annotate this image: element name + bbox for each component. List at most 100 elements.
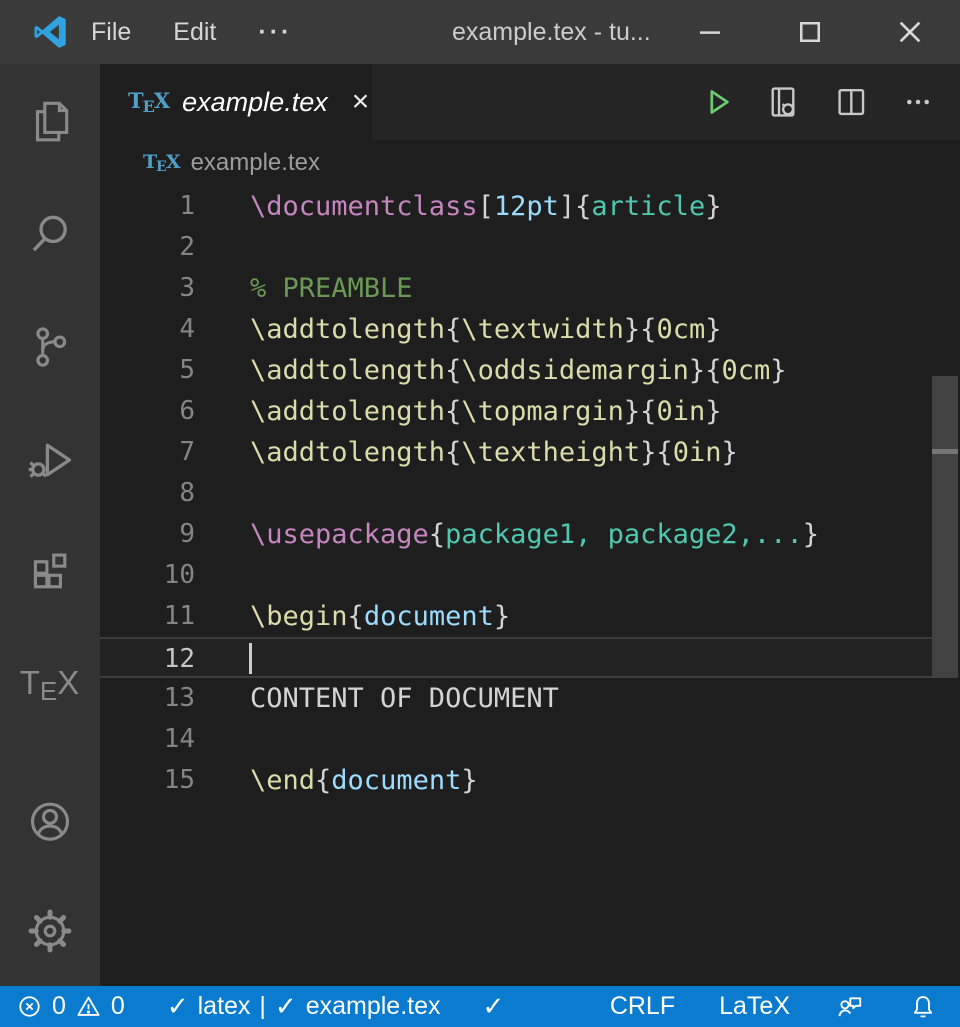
maximize-icon [795, 17, 825, 47]
token-punct: } [705, 314, 721, 345]
code-line-2[interactable]: 2 [100, 227, 960, 268]
breadcrumb-item-file[interactable]: example.tex [191, 149, 320, 177]
line-number: 9 [100, 514, 195, 555]
code-line-7[interactable]: 7\addtolength{\textheight}{0in} [100, 432, 960, 473]
code-line-13[interactable]: 13 CONTENT OF DOCUMENT [100, 678, 960, 719]
activity-settings[interactable] [0, 876, 100, 986]
notifications-button[interactable] [908, 992, 938, 1022]
eol-indicator[interactable]: CRLF [610, 992, 675, 1021]
run-and-debug-icon [24, 434, 76, 486]
build-status[interactable]: ✓ [483, 991, 505, 1022]
code-text: \usepackage{package1, package2,...} [250, 514, 819, 555]
token-punct: { [315, 765, 331, 796]
minimize-icon [695, 17, 725, 47]
latex-workshop-tex-icon: TEX [20, 664, 81, 707]
token-cmd: 0cm [656, 314, 705, 345]
activity-bar: TEX [0, 64, 100, 986]
code-line-1[interactable]: 1\documentclass[12pt]{article} [100, 186, 960, 227]
breadcrumb[interactable]: TEX example.tex [100, 140, 960, 186]
line-number: 13 [100, 678, 195, 719]
code-text: \addtolength{\topmargin}{0in} [250, 391, 721, 432]
close-button[interactable] [860, 0, 960, 64]
more-actions-button[interactable] [900, 84, 936, 120]
token-punct: { [445, 437, 461, 468]
activity-run-debug[interactable] [0, 403, 100, 516]
activity-search[interactable] [0, 177, 100, 290]
token-punct: } [640, 437, 656, 468]
code-line-14[interactable]: 14 [100, 719, 960, 760]
token-cmd: \addtolength [250, 437, 445, 468]
token-punct: } [705, 396, 721, 427]
code-text: % PREAMBLE [250, 268, 413, 309]
token-cmd: \topmargin [461, 396, 624, 427]
line-number: 12 [100, 639, 195, 676]
token-param: document [331, 765, 461, 796]
language-mode[interactable]: LaTeX [719, 992, 790, 1021]
activity-accounts[interactable] [0, 766, 100, 876]
code-line-12[interactable]: 12 [100, 637, 932, 678]
code-line-9[interactable]: 9 \usepackage{package1, package2,...} [100, 514, 960, 555]
split-editor-button[interactable] [832, 83, 870, 121]
token-cmd: \oddsidemargin [461, 355, 689, 386]
token-cmd: \addtolength [250, 314, 445, 345]
split-editor-icon [832, 83, 870, 121]
menu-edit[interactable]: Edit [152, 18, 237, 47]
token-keyword: \documentclass [250, 191, 478, 222]
window-title: example.tex - tu... [452, 0, 651, 64]
token-punct: [ [478, 191, 494, 222]
token-class: package1, package2,... [445, 519, 803, 550]
search-icon [25, 209, 75, 259]
activity-latex-workshop[interactable]: TEX [0, 629, 100, 742]
menu-file[interactable]: File [70, 18, 152, 47]
token-text: CONTENT OF DOCUMENT [250, 683, 559, 714]
activity-extensions[interactable] [0, 516, 100, 629]
lint-name: latex [198, 992, 251, 1021]
code-editor[interactable]: 1\documentclass[12pt]{article}23% PREAMB… [100, 186, 960, 986]
feedback-button[interactable] [834, 992, 864, 1022]
error-count: 0 [52, 992, 66, 1021]
code-line-10[interactable]: 10 [100, 555, 960, 596]
window-controls [660, 0, 960, 64]
token-cmd: \end [250, 765, 315, 796]
menu-more[interactable]: ··· [237, 18, 313, 47]
code-line-6[interactable]: 6\addtolength{\topmargin}{0in} [100, 391, 960, 432]
account-icon [25, 796, 75, 846]
activity-source-control[interactable] [0, 290, 100, 403]
source-control-icon [25, 322, 75, 372]
token-punct: { [640, 396, 656, 427]
code-text: \documentclass[12pt]{article} [250, 186, 721, 227]
settings-gear-icon [25, 906, 75, 956]
tab-label: example.tex [182, 87, 328, 118]
token-punct: } [494, 601, 510, 632]
minimize-button[interactable] [660, 0, 760, 64]
status-bar: 0 0 ✓ latex | ✓ example.tex ✓ CRLF LaTeX [0, 986, 960, 1027]
close-icon [894, 16, 926, 48]
token-punct: { [445, 396, 461, 427]
latex-lint-status[interactable]: ✓ latex | ✓ example.tex [167, 991, 441, 1022]
tab-example-tex[interactable]: TEX example.tex × [100, 64, 372, 140]
code-text: \addtolength{\oddsidemargin}{0cm} [250, 350, 787, 391]
code-line-11[interactable]: 11\begin{document} [100, 596, 960, 637]
view-pdf-button[interactable] [764, 83, 802, 121]
token-cmd: \textwidth [461, 314, 624, 345]
token-cmd: \textheight [461, 437, 640, 468]
vertical-scrollbar[interactable] [932, 376, 958, 678]
code-line-15[interactable]: 15\end{document} [100, 760, 960, 801]
problems-status[interactable]: 0 0 [16, 992, 125, 1021]
code-line-4[interactable]: 4\addtolength{\textwidth}{0cm} [100, 309, 960, 350]
build-latex-button[interactable] [698, 84, 734, 120]
activity-explorer[interactable] [0, 64, 100, 177]
maximize-button[interactable] [760, 0, 860, 64]
warning-icon [75, 993, 102, 1020]
line-number: 15 [100, 760, 195, 801]
code-line-8[interactable]: 8 [100, 473, 960, 514]
code-line-5[interactable]: 5\addtolength{\oddsidemargin}{0cm} [100, 350, 960, 391]
tex-file-icon: TEX [128, 88, 170, 116]
token-punct: { [656, 437, 672, 468]
code-lines: 1\documentclass[12pt]{article}23% PREAMB… [100, 186, 960, 801]
token-cmd: \addtolength [250, 355, 445, 386]
token-punct: { [640, 314, 656, 345]
code-line-3[interactable]: 3% PREAMBLE [100, 268, 960, 309]
close-tab-icon[interactable]: × [352, 87, 370, 117]
view-pdf-icon [764, 83, 802, 121]
